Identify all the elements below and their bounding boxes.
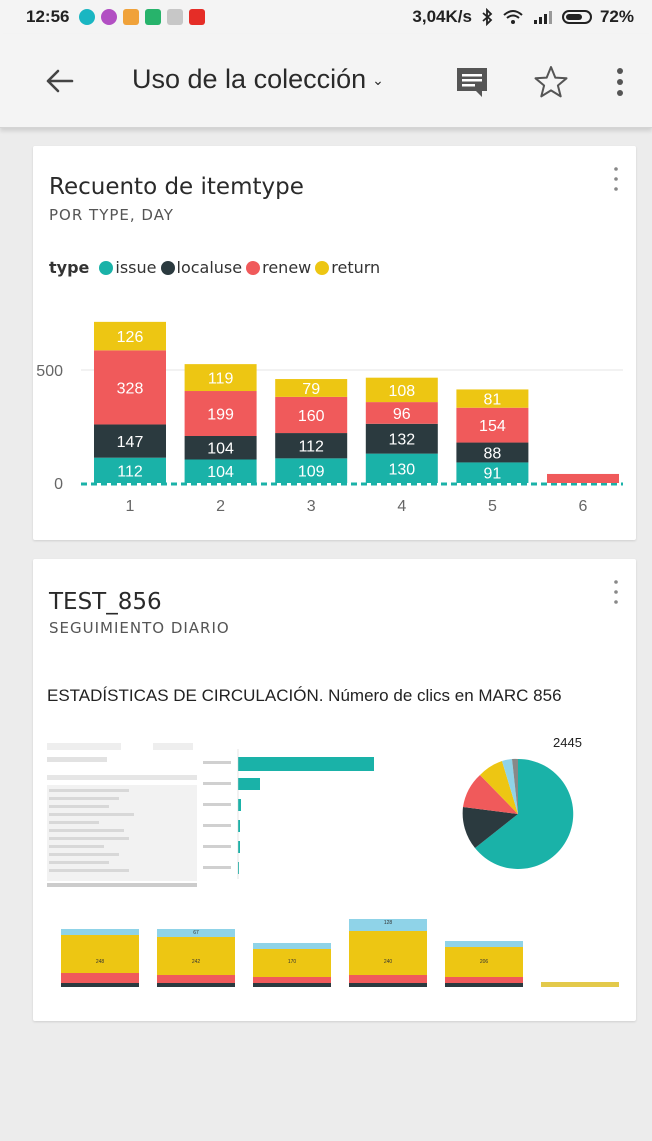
status-app-icon-calendar <box>167 9 184 25</box>
thumb-bar-label: 170 <box>288 959 297 965</box>
thumb-bar-segment <box>349 983 427 987</box>
thumb-bar-segment <box>253 983 331 987</box>
thumb-bar-top-label: 67 <box>193 930 199 936</box>
data-label: 104 <box>207 441 234 458</box>
notification-icons <box>79 9 206 25</box>
data-label: 88 <box>484 445 502 462</box>
data-label: 112 <box>117 463 143 480</box>
chevron-down-icon: ⌄ <box>372 72 384 89</box>
thumb-bar-top-label: 128 <box>384 920 393 926</box>
signal-icon <box>533 11 552 24</box>
data-label: 154 <box>479 418 506 435</box>
thumb-bar-segment <box>157 983 235 987</box>
data-label: 147 <box>117 434 144 451</box>
y-tick-label: 500 <box>36 363 63 380</box>
app-bar: Uso de la colección ⌄ <box>0 34 652 128</box>
thumb-table <box>47 743 197 887</box>
data-label: 81 <box>484 392 502 409</box>
tile-test-856[interactable]: TEST_856 SEGUIMIENTO DIARIO ESTADÍSTICAS… <box>33 559 636 1021</box>
data-label: 112 <box>298 439 324 456</box>
data-label: 160 <box>298 408 325 425</box>
battery-icon <box>561 10 592 24</box>
thumb-bar-label: 248 <box>96 959 105 965</box>
battery-percent: 72% <box>599 7 634 26</box>
comment-icon[interactable] <box>454 64 490 100</box>
data-label: 199 <box>207 407 234 424</box>
thumb-bar-segment <box>349 975 427 983</box>
status-app-icon-purple <box>101 9 118 25</box>
data-label: 109 <box>298 464 325 481</box>
thumb-bar-segment <box>349 931 427 975</box>
thumb-bar-segment <box>61 983 139 987</box>
status-app-icon-orange <box>123 9 140 25</box>
thumb-bar-segment <box>445 941 523 947</box>
thumb-bar-segment <box>253 977 331 983</box>
favorite-star-icon[interactable] <box>533 64 569 100</box>
more-options-icon[interactable] <box>608 64 632 100</box>
status-app-icon-teal <box>79 9 96 25</box>
data-label: 96 <box>393 406 411 423</box>
status-bar: 12:56 3,04K/s 72% <box>0 0 652 34</box>
x-tick-label: 1 <box>126 498 135 515</box>
thumb-bar-segment <box>445 977 523 983</box>
y-tick-label: 0 <box>54 476 63 493</box>
x-tick-label: 3 <box>307 498 316 515</box>
pie-total-label: 2445 <box>553 735 582 750</box>
data-label: 126 <box>117 329 144 346</box>
x-tick-label: 6 <box>579 498 588 515</box>
thumb-bar-segment <box>253 943 331 949</box>
dashboard-title-dropdown[interactable]: Uso de la colección ⌄ <box>132 64 384 95</box>
bar-segment-renew <box>547 473 619 483</box>
report-thumbnail-title: ESTADÍSTICAS DE CIRCULACIÓN. Número de c… <box>47 686 562 705</box>
data-label: 104 <box>207 464 234 481</box>
thumb-pie-chart: 2445 <box>462 735 582 869</box>
thumb-bar-label: 240 <box>384 959 393 965</box>
network-speed: 3,04K/s <box>412 7 472 26</box>
data-label: 130 <box>388 461 415 478</box>
thumb-bar-segment <box>157 937 235 975</box>
thumb-bar-segment <box>61 973 139 983</box>
tile-more-icon[interactable] <box>612 579 620 605</box>
thumb-bar-label: 206 <box>480 959 489 965</box>
thumb-bar-segment <box>445 983 523 987</box>
x-tick-label: 4 <box>397 498 406 515</box>
status-app-icon-youtube <box>189 9 206 25</box>
thumb-stacked-bar-chart: 248 242 67 170 240 128 206 <box>61 919 619 987</box>
x-tick-label: 5 <box>488 498 497 515</box>
bluetooth-icon <box>482 8 493 26</box>
data-label: 328 <box>117 380 144 397</box>
stacked-bar-chart: 0 500 112 147 328 126 1 104 104 199 119 2 109 112 160 7… <box>36 321 623 515</box>
dashboard-title: Uso de la colección <box>132 64 367 94</box>
thumb-hbar-chart <box>203 749 374 879</box>
thumb-bar-segment <box>157 975 235 983</box>
wifi-icon <box>503 10 523 24</box>
tile-itemtype-count[interactable]: Recuento de itemtype POR TYPE, DAY type … <box>33 146 636 540</box>
report-thumbnail: 2445 248 242 67 170 240 128 206 <box>47 735 619 987</box>
status-time: 12:56 <box>26 7 70 26</box>
tile-title: TEST_856 <box>49 589 162 615</box>
thumb-bar-segment <box>61 929 139 935</box>
data-label: 132 <box>388 432 415 449</box>
back-arrow-icon[interactable] <box>42 64 76 98</box>
data-label: 119 <box>208 371 234 388</box>
thumb-bar-label: 242 <box>192 959 201 965</box>
data-label: 79 <box>302 381 320 398</box>
status-right: 3,04K/s 72% <box>412 7 634 27</box>
thumb-bar-segment <box>541 982 619 987</box>
status-app-icon-green <box>145 9 162 25</box>
x-tick-label: 2 <box>216 498 225 515</box>
data-label: 91 <box>484 466 502 483</box>
tile-subtitle: SEGUIMIENTO DIARIO <box>49 619 230 637</box>
data-label: 108 <box>388 383 415 400</box>
thumb-bar-segment <box>61 935 139 973</box>
